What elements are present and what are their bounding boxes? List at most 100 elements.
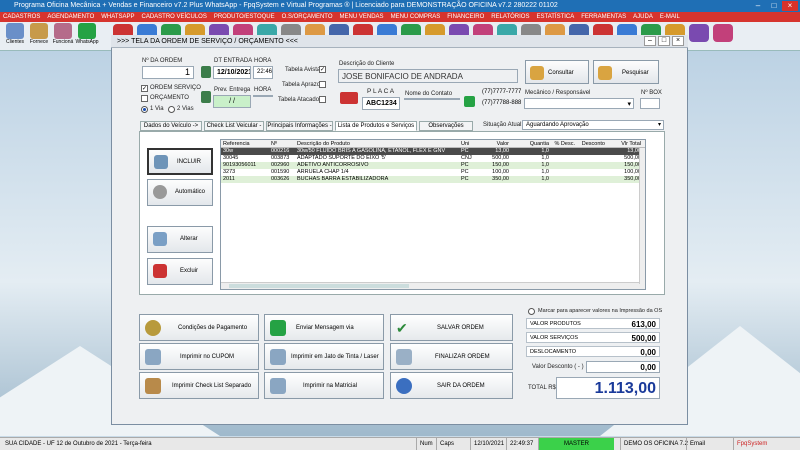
phone1-field[interactable]: (77)7777-7777 — [479, 87, 521, 98]
table-row[interactable]: 30w 000216 30w/50 FLUIDO BRIS A GASOLINA, … — [221, 148, 645, 155]
status-email[interactable]: Email — [686, 438, 708, 450]
minimize-button[interactable]: – — [750, 1, 766, 11]
menu-item[interactable]: E-MAIL — [660, 14, 680, 20]
marcar-radio[interactable] — [528, 308, 535, 315]
tabela-aprazo-label: Tabela Aprazo — [282, 82, 321, 88]
excluir-button[interactable]: Excluir — [147, 258, 213, 285]
tabela-atacado-checkbox[interactable] — [319, 96, 326, 103]
imprimir-cupom-button[interactable]: Imprimir no CUPOM — [139, 343, 259, 370]
prev-hour-field[interactable] — [253, 95, 273, 97]
tab-principais-info[interactable]: Principais Informações -> — [266, 121, 333, 138]
grid-header-cell[interactable]: Vlr Total — [607, 140, 641, 148]
imprimir-checklist-button[interactable]: Imprimir Check List Separado — [139, 372, 259, 399]
condicoes-pagamento-button[interactable]: Condições de Pagamento — [139, 314, 259, 341]
menu-item[interactable]: FINANCEIRO — [447, 14, 484, 20]
toolbar-shortcut-icon[interactable] — [713, 24, 733, 42]
client-name-field[interactable]: JOSE BONIFACIO DE ANDRADA — [338, 69, 518, 83]
salvar-ordem-button[interactable]: ✔ SALVAR ORDEM — [390, 314, 513, 341]
grid-header-cell[interactable]: Descrição do Produto — [297, 140, 459, 148]
grid-header-cell[interactable]: Valor — [477, 140, 509, 148]
tab-check-list[interactable]: Check List Veicular -> — [204, 121, 264, 138]
desconto-field[interactable]: 0,00 — [586, 361, 660, 373]
menu-item[interactable]: MENU VENDAS — [340, 14, 384, 20]
order-number-field[interactable]: 1 — [142, 66, 194, 79]
close-button[interactable]: × — [782, 1, 798, 11]
menu-item[interactable]: CADASTROS — [3, 14, 40, 20]
table-row[interactable]: 3273 001590 ARRUELA CHAP 1/4 PC 100,00 1,0 100… — [221, 169, 645, 176]
condicoes-label: Condições de Pagamento — [178, 325, 248, 331]
contato-field[interactable] — [404, 98, 460, 100]
incluir-button[interactable]: INCLUIR — [147, 148, 213, 175]
menu-item[interactable]: CADASTRO VEÍCULOS — [141, 14, 206, 20]
tabela-avista-checkbox[interactable]: ✓ — [319, 66, 326, 73]
whatsapp-message-button[interactable]: Enviar Mensagem via WhatsApp — [264, 314, 384, 358]
entry-hour-field[interactable]: 22:46 — [253, 66, 273, 79]
placa-field[interactable]: ABC1234 — [362, 97, 400, 110]
toolbar-button[interactable]: Fornece — [27, 23, 51, 49]
menu-item[interactable]: PRODUTO/ESTOQUE — [214, 14, 275, 20]
window-maximize-button[interactable]: □ — [658, 36, 670, 46]
one-via-radio[interactable] — [141, 106, 148, 113]
status-date: 12/10/2021 — [470, 438, 507, 450]
automatico-button[interactable]: Automático — [147, 179, 213, 206]
window-close-button[interactable]: × — [672, 36, 684, 46]
imprimir-jato-button[interactable]: Imprimir em Jato de Tinta / Laser — [264, 343, 384, 370]
menu-item[interactable]: AGENDAMENTO — [47, 14, 94, 20]
mecanico-select[interactable]: ▾ — [524, 98, 634, 109]
consultar-label: Consultar — [548, 70, 574, 76]
grid-header-cell[interactable]: Referencia — [223, 140, 269, 148]
window-minimize-button[interactable]: – — [644, 36, 656, 46]
table-row[interactable]: 30045 003873 ADAPTADO SUPORTE DO EIXO '5' C… — [221, 155, 645, 162]
alterar-label: Alterar — [180, 236, 198, 242]
menu-item[interactable]: WHATSAPP — [101, 14, 134, 20]
sair-ordem-button[interactable]: SAIR DA ORDEM — [390, 372, 513, 399]
consultar-button[interactable]: Consultar — [525, 60, 589, 84]
products-grid[interactable]: Referencia Nº Descrição do Produto Uni Valor… — [220, 139, 646, 290]
horizontal-scrollbar[interactable] — [221, 282, 645, 289]
menu-item[interactable]: MENU COMPRAS — [391, 14, 441, 20]
prev-delivery-field[interactable]: / / — [213, 95, 251, 108]
grid-header-cell[interactable]: % Desc. — [551, 140, 575, 148]
app-title: Programa Oficina Mecânica + Vendas e Fin… — [14, 2, 558, 9]
table-row[interactable]: 2011 003626 BUCHAS BARRA ESTABILIZADORA PC 3… — [221, 176, 645, 183]
tab-dados-veiculo[interactable]: Dados do Veículo -> — [140, 121, 202, 131]
two-vias-radio[interactable] — [168, 106, 175, 113]
situacao-select[interactable]: Aguardando Aprovação ▾ — [522, 120, 664, 130]
menu-item[interactable]: O.S/ORÇAMENTO — [282, 14, 333, 20]
two-vias-label: 2 Vias — [177, 106, 194, 112]
toolbar-button[interactable]: Funcioná — [51, 23, 75, 49]
entry-date-field[interactable]: 12/10/2021 — [213, 66, 251, 79]
grid-header-cell[interactable]: Nº — [271, 140, 295, 148]
scroll-thumb[interactable] — [229, 284, 409, 288]
pesquisar-button[interactable]: Pesquisar — [593, 60, 659, 84]
client-label: Descrição do Cliente — [339, 61, 395, 67]
menu-item[interactable]: AJUDA — [633, 14, 653, 20]
delivery-calendar-icon[interactable] — [201, 91, 211, 103]
alterar-button[interactable]: Alterar — [147, 226, 213, 253]
tab-observacoes[interactable]: Observações Gerais — [419, 121, 473, 138]
calendar-icon[interactable] — [201, 66, 211, 78]
vertical-scrollbar[interactable] — [639, 148, 645, 284]
deslocamento-row[interactable]: DESLOCAMENTO 0,00 — [526, 346, 660, 357]
car-icon[interactable] — [340, 92, 358, 104]
tabela-aprazo-checkbox[interactable] — [319, 81, 326, 88]
toolbar-shortcut-icon[interactable] — [689, 24, 709, 42]
orcamento-checkbox[interactable] — [141, 95, 148, 102]
imprimir-matricial-button[interactable]: Imprimir na Matricial — [264, 372, 384, 399]
os-checkbox[interactable]: ✓ — [141, 85, 148, 92]
maximize-button[interactable]: □ — [766, 1, 782, 11]
menu-item[interactable]: ESTATÍSTICA — [536, 14, 574, 20]
toolbar-button[interactable]: Clientes — [3, 23, 27, 49]
grid-header-cell[interactable]: Uni — [461, 140, 475, 148]
phone2-field[interactable]: (77)77788-8888 — [479, 98, 521, 109]
tab-lista-produtos[interactable]: Lista de Produtos e Serviços -> — [335, 121, 417, 138]
menu-item[interactable]: RELATÓRIOS — [491, 14, 529, 20]
grid-header-cell[interactable]: Desconto — [577, 140, 605, 148]
menu-item[interactable]: FERRAMENTAS — [581, 14, 626, 20]
toolbar-button[interactable]: WhatsApp — [75, 23, 99, 49]
finalizar-ordem-button[interactable]: FINALIZAR ORDEM — [390, 343, 513, 370]
grid-header-cell[interactable]: Quantia — [511, 140, 549, 148]
box-field[interactable] — [640, 98, 660, 109]
table-row[interactable]: 90193056011 002960 ADETIVO ANTICORROSIVO PC… — [221, 162, 645, 169]
whatsapp-small-icon[interactable] — [464, 96, 475, 107]
